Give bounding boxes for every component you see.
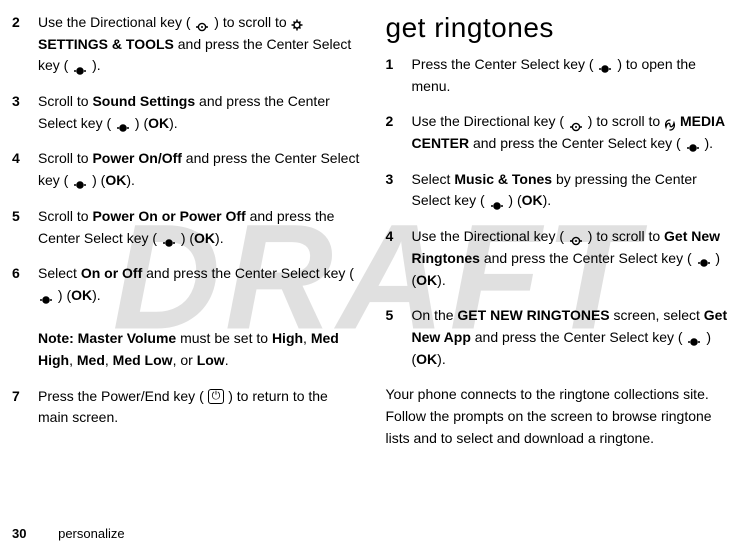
- center-select-key-icon: [161, 233, 177, 243]
- center-select-key-icon: [72, 175, 88, 185]
- directional-key-icon: [568, 231, 584, 241]
- right-heading: get ringtones: [386, 12, 736, 44]
- instruction-step: 4Use the Directional key ( ) to scroll t…: [386, 226, 736, 291]
- instruction-step: 3 Scroll to Sound Settings and press the …: [12, 91, 362, 134]
- step-number: 7: [12, 386, 26, 429]
- center-select-key-icon: [597, 59, 613, 69]
- right-column: get ringtones 1 Press the Center Select k…: [386, 12, 736, 449]
- step-body: Scroll to Sound Settings and press the C…: [38, 91, 362, 134]
- settings-tools-icon: [291, 16, 303, 28]
- center-select-key-icon: [115, 118, 131, 128]
- directional-key-icon: [194, 17, 210, 27]
- instruction-step: 4 Scroll to Power On/Off and press the Ce…: [12, 148, 362, 191]
- step-body: Use the Directional key ( ) to scroll to…: [412, 111, 736, 154]
- center-select-key-icon: [38, 290, 54, 300]
- center-select-key-icon: [489, 196, 505, 206]
- instruction-step: 5On the GET NEW RINGTONES screen, select…: [386, 305, 736, 370]
- page-body: 2Use the Directional key ( ) to scroll t…: [0, 0, 753, 461]
- step-body: Select On or Off and press the Center Se…: [38, 263, 362, 371]
- instruction-step: 1 Press the Center Select key ( ) to open…: [386, 54, 736, 97]
- directional-key-icon: [568, 117, 584, 127]
- step-body: Select Music & Tones by pressing the Cen…: [412, 169, 736, 212]
- center-select-key-icon: [686, 332, 702, 342]
- step-number: 2: [386, 111, 400, 154]
- instruction-step: 7 Press the Power/End key ( ⏻ ) to return…: [12, 386, 362, 429]
- step-number: 3: [12, 91, 26, 134]
- step-number: 6: [12, 263, 26, 371]
- step-number: 1: [386, 54, 400, 97]
- step-body: On the GET NEW RINGTONES screen, select …: [412, 305, 736, 370]
- instruction-step: 3 Select Music & Tones by pressing the Ce…: [386, 169, 736, 212]
- step-body: Scroll to Power On or Power Off and pres…: [38, 206, 362, 249]
- instruction-step: 2 Use the Directional key ( ) to scroll t…: [386, 111, 736, 154]
- instruction-step: 6Select On or Off and press the Center S…: [12, 263, 362, 371]
- step-number: 2: [12, 12, 26, 77]
- step-body: Press the Center Select key ( ) to open …: [412, 54, 736, 97]
- media-center-icon: [664, 116, 676, 128]
- center-select-key-icon: [685, 138, 701, 148]
- step-body: Use the Directional key ( ) to scroll to…: [38, 12, 362, 77]
- power-end-key-icon: ⏻: [208, 389, 225, 404]
- instruction-step: 2Use the Directional key ( ) to scroll t…: [12, 12, 362, 77]
- page-number: 30: [12, 526, 26, 541]
- right-steps-list: 1 Press the Center Select key ( ) to open…: [386, 54, 736, 370]
- center-select-key-icon: [696, 253, 712, 263]
- footer-section-label: personalize: [58, 526, 125, 541]
- step-number: 4: [12, 148, 26, 191]
- page-footer: 30 personalize: [12, 526, 125, 541]
- left-column: 2Use the Directional key ( ) to scroll t…: [12, 12, 362, 449]
- step-number: 5: [12, 206, 26, 249]
- step-number: 5: [386, 305, 400, 370]
- step-body: Use the Directional key ( ) to scroll to…: [412, 226, 736, 291]
- instruction-step: 5 Scroll to Power On or Power Off and pre…: [12, 206, 362, 249]
- step-body: Scroll to Power On/Off and press the Cen…: [38, 148, 362, 191]
- step-number: 4: [386, 226, 400, 291]
- left-steps-list: 2Use the Directional key ( ) to scroll t…: [12, 12, 362, 429]
- center-select-key-icon: [72, 61, 88, 71]
- step-number: 3: [386, 169, 400, 212]
- right-after-paragraph: Your phone connects to the ringtone coll…: [386, 384, 736, 449]
- step-body: Press the Power/End key ( ⏻ ) to return …: [38, 386, 362, 429]
